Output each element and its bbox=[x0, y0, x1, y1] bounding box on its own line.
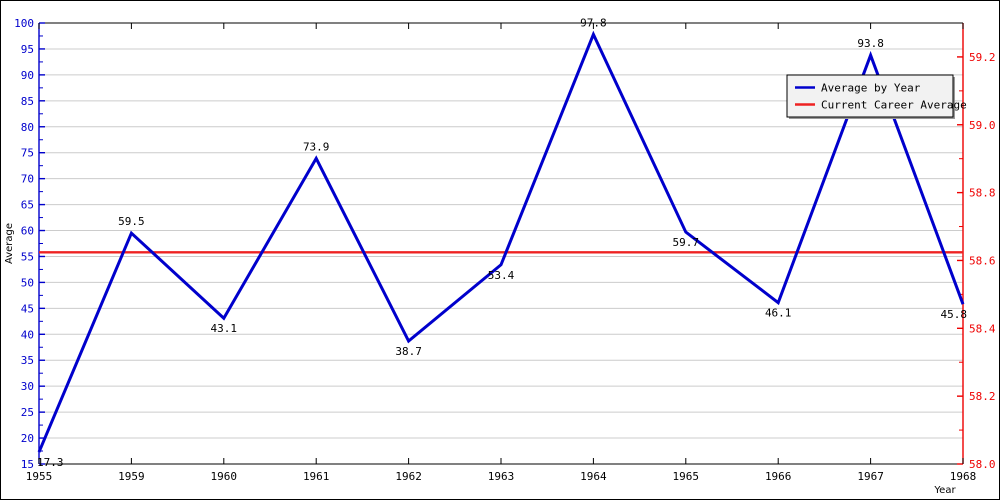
right-axis-tick-label: 58.8 bbox=[969, 187, 996, 200]
left-axis-tick-label: 25 bbox=[21, 406, 34, 419]
data-point-label: 93.8 bbox=[857, 37, 884, 50]
line-chart: 1520253035404550556065707580859095100 58… bbox=[1, 1, 999, 499]
data-point-label: 46.1 bbox=[765, 307, 792, 320]
right-axis-tick-label: 59.2 bbox=[969, 51, 996, 64]
x-axis-tick-label: 1968 bbox=[950, 470, 977, 483]
x-axis-tick-label: 1959 bbox=[118, 470, 145, 483]
data-point-label: 17.3 bbox=[37, 456, 64, 469]
chart-legend: Average by Year Current Career Average bbox=[786, 74, 967, 119]
data-point-label: 38.7 bbox=[395, 345, 422, 358]
data-point-label: 59.7 bbox=[673, 236, 700, 249]
data-point-label: 43.1 bbox=[211, 322, 238, 335]
right-axis-tick-label: 58.2 bbox=[969, 390, 996, 403]
left-axis-tick-label: 100 bbox=[14, 17, 34, 30]
left-axis-tick-label: 95 bbox=[21, 43, 34, 56]
left-axis-tick-label: 65 bbox=[21, 199, 34, 212]
data-point-label: 45.8 bbox=[941, 308, 968, 321]
left-axis-tick-label: 55 bbox=[21, 250, 34, 263]
left-axis-tick-label: 50 bbox=[21, 276, 34, 289]
left-axis-tick-label: 45 bbox=[21, 302, 34, 315]
data-point-label: 53.4 bbox=[488, 269, 515, 282]
left-axis-tick-label: 20 bbox=[21, 432, 34, 445]
x-axis-tick-label: 1955 bbox=[26, 470, 53, 483]
x-axis-title: Year bbox=[933, 485, 956, 496]
x-axis-tick-label: 1963 bbox=[488, 470, 515, 483]
left-axis-tick-label: 80 bbox=[21, 121, 34, 134]
left-axis-tick-label: 75 bbox=[21, 147, 34, 160]
x-axis-tick-label: 1966 bbox=[765, 470, 792, 483]
data-point-label: 73.9 bbox=[303, 140, 330, 153]
y-axis-title: Average bbox=[4, 223, 15, 264]
x-axis-tick-label: 1961 bbox=[303, 470, 330, 483]
left-axis-tick-label: 30 bbox=[21, 380, 34, 393]
left-axis-tick-label: 40 bbox=[21, 328, 34, 341]
x-axis-tick-label: 1967 bbox=[857, 470, 884, 483]
x-axis-tick-label: 1965 bbox=[673, 470, 700, 483]
x-axis-tick-label: 1960 bbox=[211, 470, 238, 483]
right-axis-tick-label: 58.6 bbox=[969, 254, 996, 267]
legend-item-label: Current Career Average bbox=[821, 99, 967, 112]
right-axis-tick-label: 58.4 bbox=[969, 322, 996, 335]
data-point-label: 59.5 bbox=[118, 215, 145, 228]
left-axis-tick-label: 70 bbox=[21, 173, 34, 186]
left-axis-tick-label: 35 bbox=[21, 354, 34, 367]
data-point-label: 97.8 bbox=[580, 16, 607, 29]
left-axis-tick-label: 85 bbox=[21, 95, 34, 108]
left-axis-tick-label: 60 bbox=[21, 225, 34, 238]
right-axis-tick-label: 59.0 bbox=[969, 119, 996, 132]
chart-container: 15 20 25 30 35 40 45 50 55 60 65 70 75 80 85 90 95 100 58… bbox=[0, 0, 1000, 500]
x-axis-tick-label: 1962 bbox=[395, 470, 422, 483]
left-axis-tick-label: 90 bbox=[21, 69, 34, 82]
x-axis-tick-label: 1964 bbox=[580, 470, 607, 483]
legend-item-label: Average by Year bbox=[821, 82, 921, 95]
